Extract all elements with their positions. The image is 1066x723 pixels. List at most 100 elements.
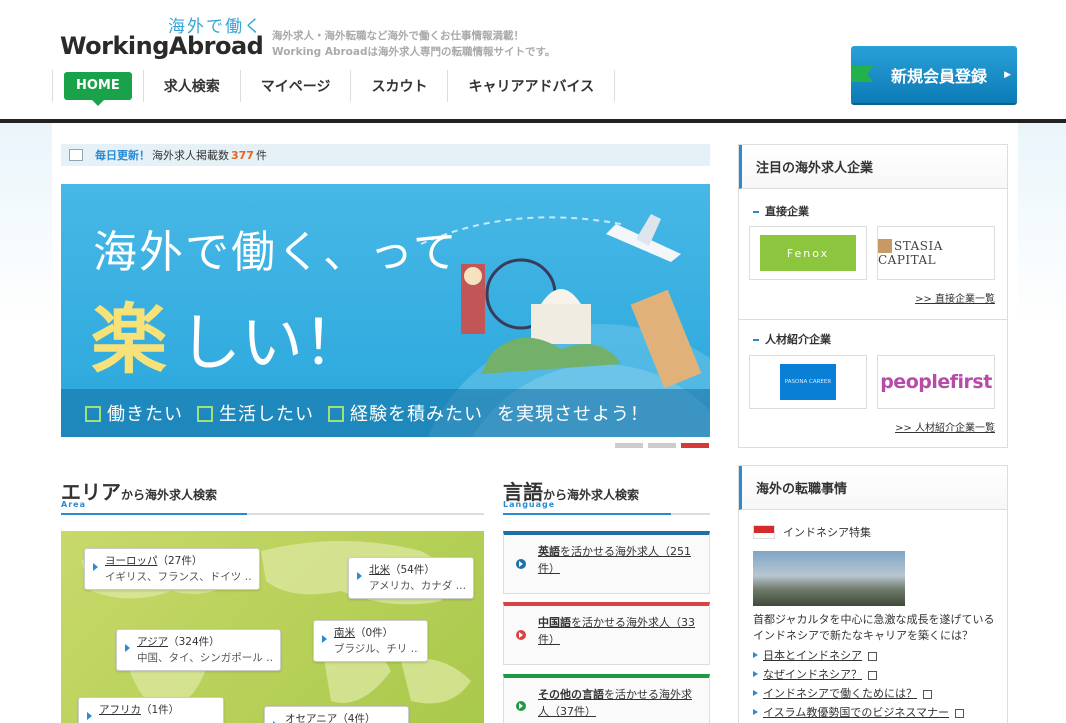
direct-companies-heading: 直接企業 bbox=[753, 203, 809, 219]
external-link-icon bbox=[955, 708, 965, 718]
region-asia-sub: 中国、タイ、シンガポール … bbox=[137, 652, 272, 664]
update-bar: 毎日更新！ 海外求人掲載数 377 件 bbox=[61, 144, 710, 166]
register-label: 新規会員登録 bbox=[890, 66, 987, 86]
panel-divider bbox=[739, 319, 1007, 320]
area-title-en: Area bbox=[61, 500, 86, 509]
flag-icon bbox=[851, 66, 873, 82]
feature-link-2[interactable]: なぜインドネシア？ bbox=[753, 665, 964, 684]
nav-job-search[interactable]: 求人検索 bbox=[142, 70, 240, 102]
region-south-america-name[interactable]: 南米 bbox=[334, 627, 355, 639]
nav-home[interactable]: HOME bbox=[52, 70, 143, 106]
play-circle-icon bbox=[516, 630, 526, 640]
pasona-logo: PASONA CAREER bbox=[780, 364, 836, 400]
site-logo[interactable]: 海外で働く WorkingAbroad bbox=[60, 12, 270, 64]
featured-companies-panel: 注目の海外求人企業 直接企業 Fenox STASIA CAPITAL >> 直… bbox=[738, 144, 1008, 448]
chevron-right-icon: ▶ bbox=[1004, 70, 1011, 80]
language-other-name: その他の言語 bbox=[538, 688, 604, 701]
feature-link-4-label[interactable]: イスラム教優勢国でのビジネスマナー bbox=[763, 706, 949, 719]
region-north-america-name[interactable]: 北米 bbox=[369, 564, 390, 576]
company-logo-peoplefirst[interactable]: peoplefirst bbox=[877, 355, 995, 409]
hero-headline-2a: 楽 bbox=[91, 295, 167, 384]
region-north-america-count: （54件） bbox=[390, 564, 435, 576]
overseas-career-title: 海外の転職事情 bbox=[739, 466, 1007, 510]
feature-title: インドネシア特集 bbox=[783, 526, 871, 539]
daily-update-label: 毎日更新！ bbox=[95, 149, 150, 162]
region-north-america[interactable]: 北米（54件） アメリカ、カナダ … bbox=[348, 557, 474, 599]
company-logo-stasia[interactable]: STASIA CAPITAL bbox=[877, 226, 995, 280]
language-search-heading: 言語から海外求人検索 Language bbox=[503, 476, 710, 516]
job-count-value: 377 bbox=[231, 148, 254, 162]
job-count-label: 海外求人掲載数 bbox=[152, 149, 229, 162]
triangle-right-icon bbox=[357, 572, 362, 580]
language-english-rest: を活かせる海外求人（251件） bbox=[538, 545, 691, 575]
hero-caption: 働きたい 生活したい 経験を積みたい を実現させよう！ bbox=[61, 389, 710, 437]
play-circle-icon bbox=[516, 700, 526, 711]
fenox-logo: Fenox bbox=[760, 235, 856, 271]
region-oceania-name[interactable]: オセアニア bbox=[285, 713, 337, 723]
hero-check-1-label: 働きたい bbox=[107, 404, 183, 425]
feature-link-3[interactable]: インドネシアで働くためには？ bbox=[753, 684, 964, 703]
feature-link-4[interactable]: イスラム教優勢国でのビジネスマナー bbox=[753, 703, 965, 722]
nav-scout[interactable]: スカウト bbox=[350, 70, 447, 102]
jakarta-skyline-photo[interactable] bbox=[753, 551, 905, 606]
hero-check-3: 経験を積みたい bbox=[328, 400, 483, 426]
triangle-right-icon bbox=[322, 635, 327, 643]
nav-mypage[interactable]: マイページ bbox=[239, 70, 351, 102]
region-africa-name[interactable]: アフリカ bbox=[99, 704, 141, 716]
slider-indicators bbox=[615, 443, 709, 448]
logo-en-text: WorkingAbroad bbox=[60, 32, 264, 60]
feature-links: 日本とインドネシア なぜインドネシア？ インドネシアで働くためには？ イスラム教… bbox=[753, 646, 965, 722]
direct-companies-more-link[interactable]: >> 直接企業一覧 bbox=[915, 290, 995, 305]
region-europe[interactable]: ヨーロッパ（27件） イギリス、フランス、ドイツ … bbox=[84, 548, 260, 590]
indonesia-flag-icon bbox=[753, 525, 775, 539]
triangle-right-icon bbox=[125, 644, 130, 652]
agency-companies-more-link[interactable]: >> 人材紹介企業一覧 bbox=[895, 419, 995, 434]
company-logo-pasona[interactable]: PASONA CAREER bbox=[749, 355, 867, 409]
language-other-link[interactable]: その他の言語を活かせる海外求人（37件） bbox=[538, 688, 692, 718]
external-link-icon bbox=[923, 689, 932, 699]
region-asia-name[interactable]: アジア bbox=[137, 636, 168, 648]
region-africa-count: （1件） bbox=[141, 704, 180, 716]
checkbox-icon bbox=[85, 406, 101, 422]
feature-link-3-label[interactable]: インドネシアで働くためには？ bbox=[763, 687, 917, 700]
region-oceania-count: （4件） bbox=[337, 713, 376, 723]
feature-link-1[interactable]: 日本とインドネシア bbox=[753, 646, 964, 665]
region-south-america[interactable]: 南米（0件） ブラジル、チリ … bbox=[313, 620, 428, 662]
region-north-america-sub: アメリカ、カナダ … bbox=[369, 580, 465, 592]
slide-indicator-3[interactable] bbox=[681, 443, 709, 448]
area-search-heading: エリアから海外求人検索 Area bbox=[61, 476, 484, 516]
page-backdrop-right bbox=[1018, 123, 1066, 723]
region-south-america-count: （0件） bbox=[355, 627, 394, 639]
hero-check-2-label: 生活したい bbox=[219, 404, 314, 425]
slide-indicator-2[interactable] bbox=[648, 443, 676, 448]
language-english[interactable]: 英語を活かせる海外求人（251件） bbox=[503, 531, 710, 594]
language-chinese-name: 中国語 bbox=[538, 616, 571, 629]
region-africa[interactable]: アフリカ（1件） bbox=[78, 697, 224, 723]
hero-suffix: を実現させよう！ bbox=[497, 404, 649, 425]
language-title-rest: から海外求人検索 bbox=[543, 488, 640, 502]
agency-companies-heading: 人材紹介企業 bbox=[753, 331, 831, 347]
language-chinese-link[interactable]: 中国語を活かせる海外求人（33件） bbox=[538, 616, 695, 646]
region-oceania[interactable]: オセアニア（4件） bbox=[264, 706, 409, 723]
area-heading-rule bbox=[61, 513, 484, 515]
triangle-right-icon bbox=[93, 563, 98, 571]
featured-companies-title: 注目の海外求人企業 bbox=[739, 145, 1007, 189]
hero-banner[interactable]: 海外で働く、って 楽 しい！ 働きたい 生活したい 経験を積みたい を実現させよ… bbox=[61, 184, 710, 437]
company-logo-fenox[interactable]: Fenox bbox=[749, 226, 867, 280]
region-europe-name[interactable]: ヨーロッパ bbox=[105, 555, 158, 567]
nav-career-advice[interactable]: キャリアアドバイス bbox=[447, 70, 616, 102]
language-chinese[interactable]: 中国語を活かせる海外求人（33件） bbox=[503, 602, 710, 665]
slide-indicator-1[interactable] bbox=[615, 443, 643, 448]
language-other[interactable]: その他の言語を活かせる海外求人（37件） bbox=[503, 674, 710, 723]
hero-headline-1: 海外で働く、って bbox=[93, 227, 459, 278]
language-english-link[interactable]: 英語を活かせる海外求人（251件） bbox=[538, 545, 691, 575]
register-button[interactable]: 新規会員登録 ▶ bbox=[851, 46, 1017, 103]
external-link-icon bbox=[868, 670, 877, 680]
feature-link-2-label[interactable]: なぜインドネシア？ bbox=[763, 668, 862, 681]
notepad-icon bbox=[69, 149, 83, 161]
region-south-america-sub: ブラジル、チリ … bbox=[334, 643, 419, 655]
region-asia[interactable]: アジア（324件） 中国、タイ、シンガポール … bbox=[116, 629, 281, 671]
overseas-career-panel: 海外の転職事情 インドネシア特集 首都ジャカルタを中心に急激な成長を遂げているイ… bbox=[738, 465, 1008, 723]
feature-link-1-label[interactable]: 日本とインドネシア bbox=[763, 649, 862, 662]
region-asia-count: （324件） bbox=[168, 636, 220, 648]
